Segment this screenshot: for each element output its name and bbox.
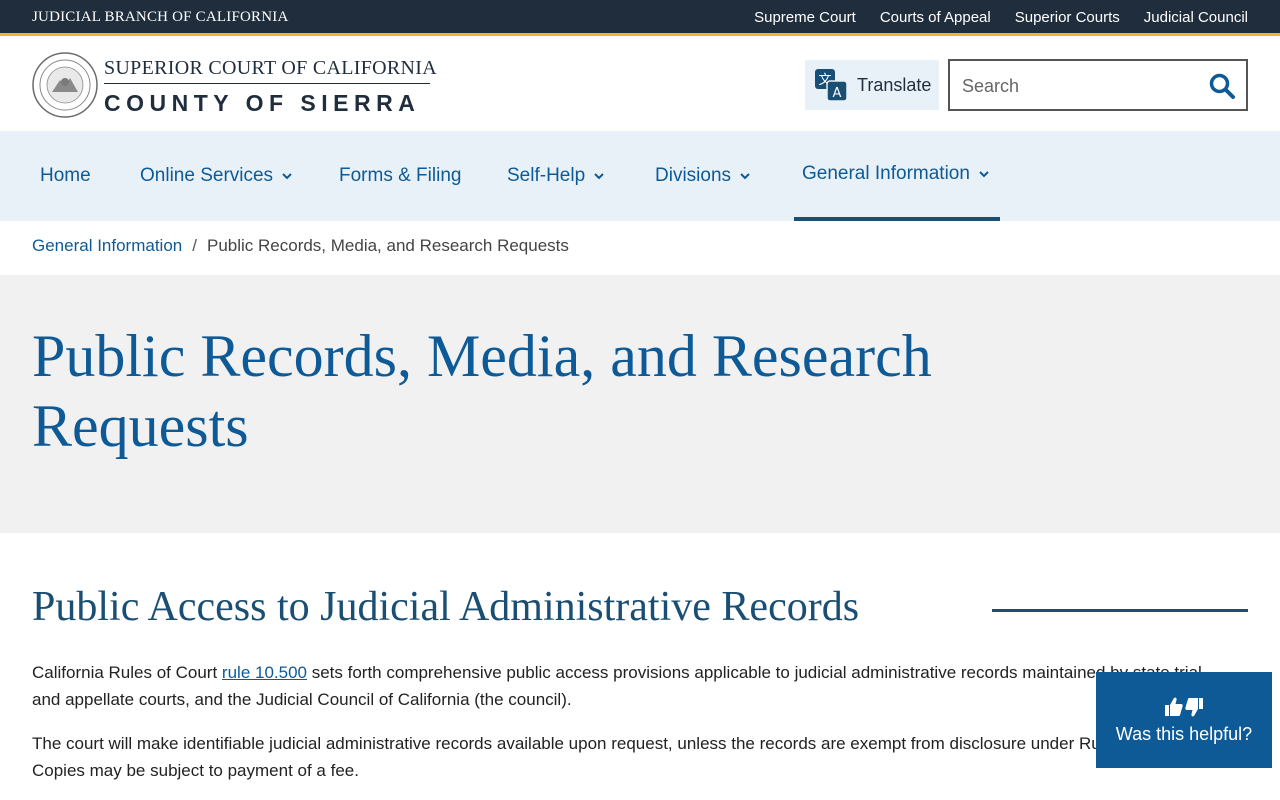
nav-forms-filing-label: Forms & Filing (339, 165, 462, 186)
page-title: Public Records, Media, and Research Requ… (32, 323, 932, 459)
paragraph-rule-10-500: California Rules of Court rule 10.500 se… (32, 659, 1232, 713)
paragraph-records-availability: The court will make identifiable judicia… (32, 734, 1176, 780)
breadcrumb-parent-link[interactable]: General Information (32, 236, 182, 256)
nav-online-services-label: Online Services (140, 165, 274, 186)
top-link-courts-of-appeal[interactable]: Courts of Appeal (880, 9, 991, 26)
section-title-rule (992, 609, 1248, 612)
top-link-supreme-court[interactable]: Supreme Court (754, 9, 856, 26)
translate-button[interactable]: 文 A Translate (805, 60, 939, 110)
section-title: Public Access to Judicial Administrative… (32, 584, 860, 630)
top-link-judicial-council[interactable]: Judicial Council (1144, 9, 1248, 26)
nav-home-label: Home (40, 165, 91, 186)
breadcrumb-separator: / (192, 236, 197, 255)
thumbs-up-down-icon (1165, 697, 1203, 716)
nav-general-information-label: General Information (802, 163, 970, 184)
breadcrumb-current: Public Records, Media, and Research Requ… (206, 236, 569, 255)
site-header: SUPERIOR COURT OF CALIFORNIA COUNTY OF S… (0, 39, 1280, 131)
nav-general-information[interactable]: General Information (794, 131, 1000, 221)
search-input[interactable] (962, 73, 1202, 99)
nav-self-help-label: Self-Help (507, 165, 586, 186)
chevron-down-icon (740, 173, 750, 180)
nav-home[interactable]: Home (32, 131, 99, 221)
chevron-down-icon (979, 171, 989, 178)
court-name-line1: SUPERIOR COURT OF CALIFORNIA (104, 57, 437, 84)
nav-online-services[interactable]: Online Services (132, 131, 301, 221)
chevron-down-icon (282, 173, 292, 180)
court-name[interactable]: SUPERIOR COURT OF CALIFORNIA COUNTY OF S… (104, 57, 437, 117)
search-icon[interactable] (1208, 72, 1236, 100)
main-navigation: Home Online Services Forms & Filing Self… (0, 131, 1280, 221)
top-utility-bar: JUDICIAL BRANCH OF CALIFORNIA Supreme Co… (0, 0, 1280, 36)
chevron-down-icon (594, 173, 604, 180)
court-name-line2: COUNTY OF SIERRA (104, 90, 421, 116)
judicial-branch-brand[interactable]: JUDICIAL BRANCH OF CALIFORNIA (32, 9, 289, 26)
p1-text-before: California Rules of Court (32, 663, 222, 682)
breadcrumb: General Information / Public Records, Me… (32, 236, 569, 256)
search-box (948, 59, 1248, 111)
page-hero: Public Records, Media, and Research Requ… (0, 275, 1280, 533)
nav-divisions-label: Divisions (655, 165, 732, 186)
court-seal-logo[interactable] (32, 52, 98, 118)
translate-icon: 文 A (815, 69, 848, 102)
translate-label: Translate (857, 74, 932, 95)
nav-divisions[interactable]: Divisions (647, 131, 759, 221)
feedback-button[interactable]: Was this helpful? (1096, 672, 1272, 768)
nav-forms-filing[interactable]: Forms & Filing (331, 131, 469, 221)
rule-10-500-link[interactable]: rule 10.500 (222, 663, 307, 682)
svg-text:A: A (833, 86, 842, 101)
feedback-label: Was this helpful? (1115, 723, 1253, 744)
top-link-superior-courts[interactable]: Superior Courts (1015, 9, 1120, 26)
top-links: Supreme Court Courts of Appeal Superior … (754, 9, 1248, 26)
section-header: Public Access to Judicial Administrative… (32, 583, 1248, 639)
nav-self-help[interactable]: Self-Help (499, 131, 613, 221)
